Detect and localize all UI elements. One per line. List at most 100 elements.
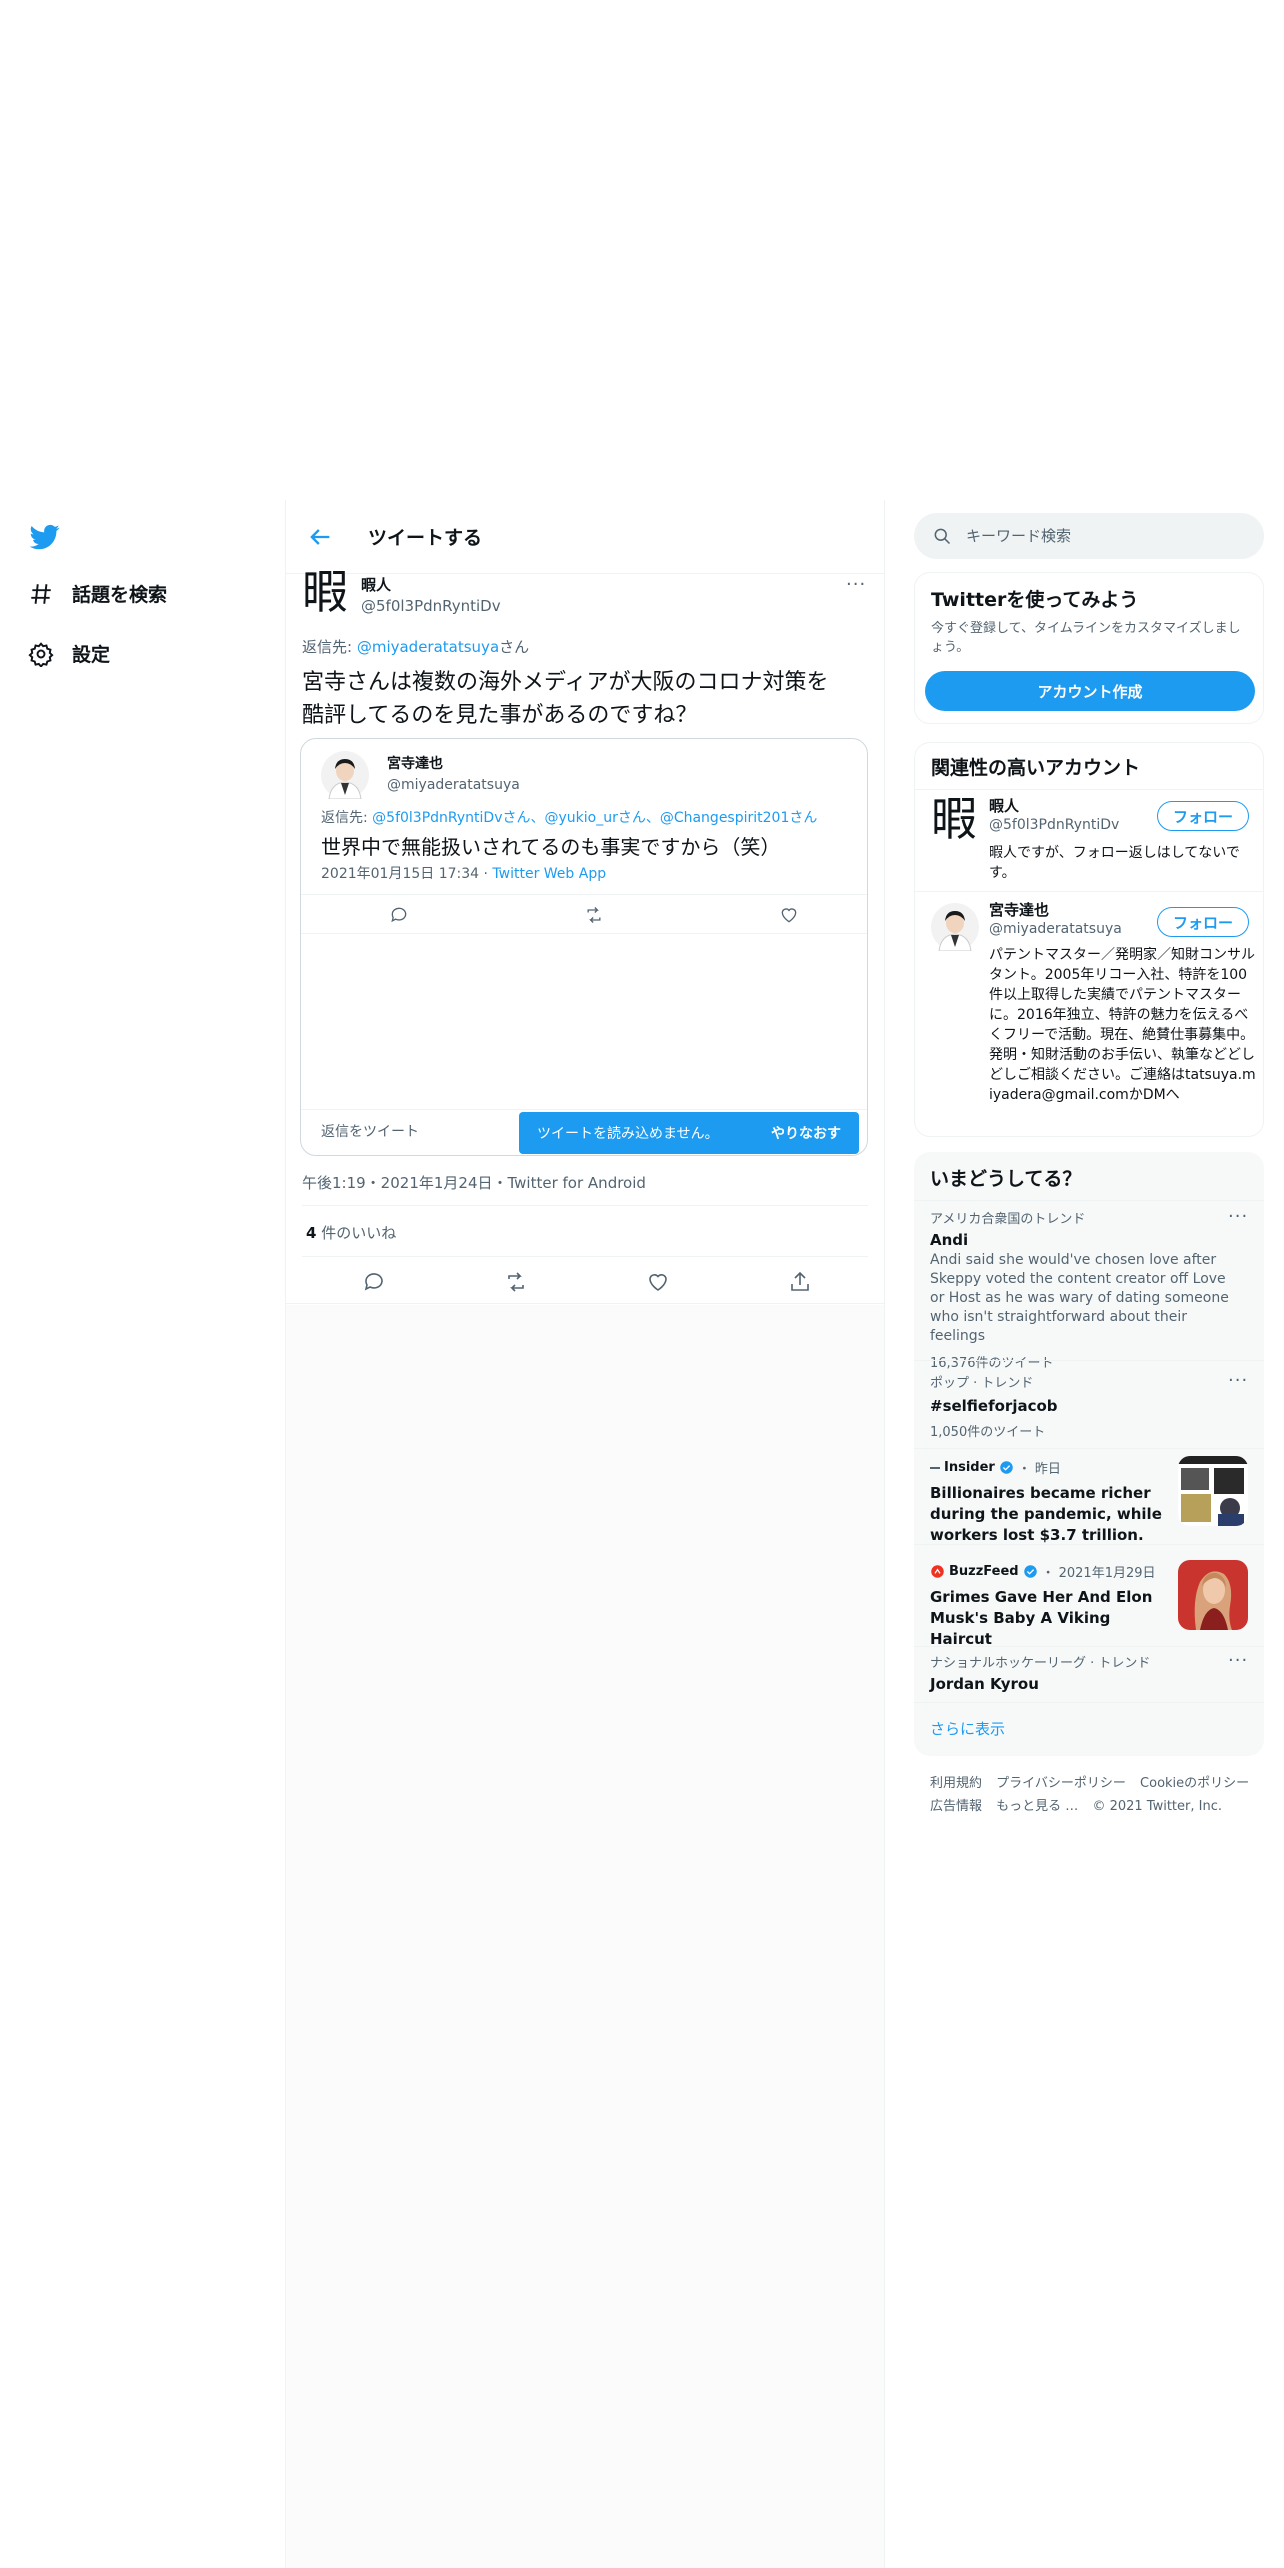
footer-link[interactable]: Cookieのポリシー <box>1140 1776 1249 1791</box>
more-icon[interactable]: ··· <box>1228 1370 1248 1391</box>
tweet-text-line-1: 宮寺さんは複数の海外メディアが大阪のコロナ対策を <box>302 670 829 695</box>
buzzfeed-logo-icon <box>931 1565 944 1578</box>
nav-settings-label: 設定 <box>72 644 111 666</box>
tweet-column: ツイートする 暇 暇人 @5f0l3PdnRyntiDv ··· 返信先: @m… <box>285 500 885 2568</box>
trend-context: ポップ · トレンド <box>930 1376 1034 1391</box>
likes-count[interactable]: 4 件のいいね <box>306 1222 396 1243</box>
gear-icon <box>28 641 54 667</box>
footer-link[interactable]: プライバシーポリシー <box>996 1776 1126 1791</box>
footer-link[interactable]: 利用規約 <box>930 1776 982 1791</box>
avatar[interactable]: 暇 <box>302 566 348 618</box>
trend-description: Andi said she would've chosen love after… <box>930 1252 1229 1344</box>
quoted-avatar[interactable] <box>321 751 369 799</box>
column-header: ツイートする <box>286 500 884 574</box>
load-error-toast: ツイートを読み込めません。 やりなおす <box>519 1112 859 1154</box>
reply-suffix: さん <box>499 638 530 656</box>
trend-item[interactable]: ナショナルホッケーリーグ · トレンド Jordan Kyrou <box>930 1652 1150 1693</box>
divider <box>915 891 1263 892</box>
related-bio: 暇人ですが、フォロー返しはしてないです。 <box>989 845 1240 881</box>
signup-title: Twitterを使ってみよう <box>931 589 1139 611</box>
tweet-text-line-2: 酷評してるのを見た事があるのですね？ <box>302 703 698 728</box>
follow-button[interactable]: フォロー <box>1157 907 1249 937</box>
reply-to-label: 返信先: <box>302 638 357 656</box>
divider <box>915 789 1263 790</box>
retweet-icon[interactable] <box>504 1270 528 1294</box>
show-more-link[interactable]: さらに表示 <box>930 1718 1005 1739</box>
footer-links: 広告情報 もっと見る … © 2021 Twitter, Inc. <box>930 1795 1232 1814</box>
divider <box>914 1544 1264 1545</box>
news-item[interactable]: Insider ・ 昨日 Billionaires became richer … <box>930 1458 1165 1546</box>
more-icon[interactable]: ··· <box>846 574 866 595</box>
footer-link[interactable]: 広告情報 <box>930 1799 982 1814</box>
news-title: Grimes Gave Her And Elon Musk's Baby A V… <box>930 1588 1153 1648</box>
quoted-author-handle[interactable]: @miyaderatatsuya <box>387 777 520 793</box>
news-item[interactable]: BuzzFeed ・ 2021年1月29日 Grimes Gave Her An… <box>930 1562 1165 1650</box>
footer-links: 利用規約 プライバシーポリシー Cookieのポリシー <box>930 1772 1259 1791</box>
like-icon[interactable] <box>779 905 799 925</box>
divider <box>914 1702 1264 1703</box>
related-handle[interactable]: @miyaderatatsuya <box>989 921 1122 937</box>
nav-settings[interactable]: 設定 <box>28 640 110 667</box>
reply-tweet-button[interactable]: 返信をツイート <box>321 1121 419 1141</box>
verified-icon <box>1000 1461 1013 1474</box>
news-thumbnail[interactable] <box>1178 1560 1248 1630</box>
related-handle[interactable]: @5f0l3PdnRyntiDv <box>989 817 1119 833</box>
reply-to: 返信先: @miyaderatatsuyaさん <box>302 636 529 657</box>
news-time: 2021年1月29日 <box>1058 1566 1156 1581</box>
tweet-actions <box>286 1260 884 1304</box>
signup-desc: 今すぐ登録して、タイムラインをカスタマイズしましょう。 <box>931 621 1241 655</box>
related-accounts-card: 関連性の高いアカウント 暇 暇人 @5f0l3PdnRyntiDv フォロー 暇… <box>914 742 1264 1137</box>
quoted-date: 2021年01月15日 17:34 · <box>321 866 493 882</box>
tweet-author-handle[interactable]: @5f0l3PdnRyntiDv <box>361 597 501 615</box>
share-icon[interactable] <box>788 1270 812 1294</box>
nav-explore[interactable]: 話題を検索 <box>28 580 167 607</box>
retry-button[interactable]: やりなおす <box>771 1123 841 1143</box>
more-icon[interactable]: ··· <box>1228 1206 1248 1227</box>
verified-icon <box>1023 1565 1037 1578</box>
quoted-text: 世界中で無能扱いされてるのも事実ですから（笑） <box>321 835 781 859</box>
divider <box>914 1646 1264 1647</box>
like-icon[interactable] <box>646 1270 670 1294</box>
news-time: 昨日 <box>1034 1462 1061 1477</box>
trends-title: いまどうしてる？ <box>930 1168 1082 1190</box>
create-account-button[interactable]: アカウント作成 <box>925 671 1255 711</box>
hashtag-icon <box>31 583 51 604</box>
quoted-author-name[interactable]: 宮寺達也 <box>387 753 443 773</box>
copyright: © 2021 Twitter, Inc. <box>1092 1799 1222 1814</box>
nav-explore-label: 話題を検索 <box>72 584 168 606</box>
retweet-icon[interactable] <box>584 905 604 925</box>
quoted-reply-label: 返信先: <box>321 810 373 826</box>
twitter-logo-icon[interactable] <box>28 522 62 552</box>
reply-icon[interactable] <box>362 1270 386 1294</box>
news-thumbnail[interactable] <box>1178 1456 1248 1526</box>
related-name[interactable]: 暇人 <box>989 795 1019 816</box>
trend-title: #selfieforjacob <box>930 1397 1058 1415</box>
tweet-author-name[interactable]: 暇人 <box>361 574 391 595</box>
search-icon <box>934 528 951 545</box>
trend-title: Andi <box>930 1231 969 1249</box>
search-box[interactable] <box>914 513 1264 559</box>
more-icon[interactable]: ··· <box>1228 1650 1248 1671</box>
quoted-reply-to: 返信先: @5f0l3PdnRyntiDvさん、@yukio_urさん、@Cha… <box>321 807 817 827</box>
related-avatar[interactable] <box>931 903 979 951</box>
quoted-actions <box>301 894 867 934</box>
follow-button[interactable]: フォロー <box>1157 801 1249 831</box>
quoted-app-link[interactable]: Twitter Web App <box>492 866 606 882</box>
related-avatar[interactable]: 暇 <box>931 793 977 845</box>
footer-link[interactable]: もっと見る … <box>996 1799 1078 1814</box>
news-title: Billionaires became richer during the pa… <box>930 1484 1162 1544</box>
search-input[interactable] <box>966 527 1246 545</box>
trend-context: アメリカ合衆国のトレンド <box>930 1212 1086 1227</box>
related-name[interactable]: 宮寺達也 <box>989 899 1049 920</box>
divider <box>302 1256 868 1257</box>
reply-icon[interactable] <box>389 905 409 925</box>
back-arrow-icon[interactable] <box>306 523 334 551</box>
quoted-reply-mentions[interactable]: @5f0l3PdnRyntiDvさん、@yukio_urさん、@Changesp… <box>372 810 817 826</box>
quoted-tweet[interactable]: 宮寺達也 @miyaderatatsuya 返信先: @5f0l3PdnRynt… <box>300 738 868 1156</box>
divider <box>914 1200 1264 1201</box>
insider-logo-icon <box>930 1466 940 1469</box>
trend-item[interactable]: ポップ · トレンド #selfieforjacob 1,050件のツイート <box>930 1372 1058 1440</box>
tweet-meta: 午後1:19・2021年1月24日・Twitter for Android <box>302 1174 646 1192</box>
trend-item[interactable]: アメリカ合衆国のトレンド Andi Andi said she would've… <box>930 1208 1230 1371</box>
reply-mention-link[interactable]: @miyaderatatsuya <box>357 638 499 656</box>
